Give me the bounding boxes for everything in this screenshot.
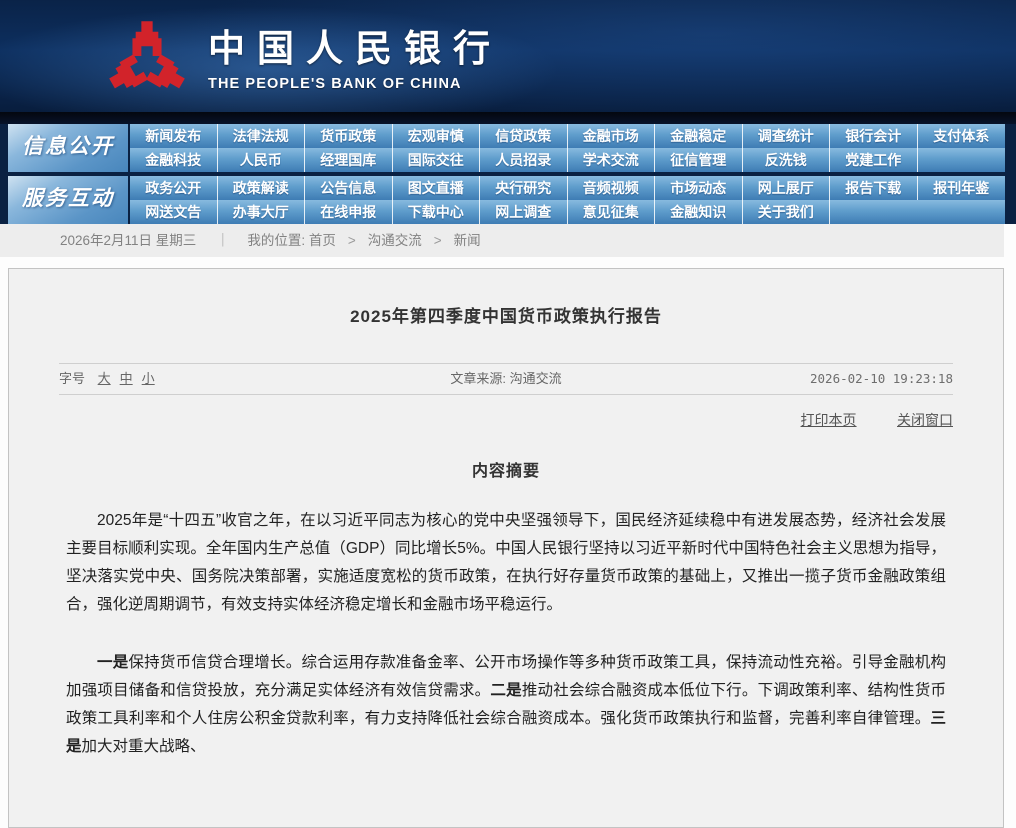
font-size-option[interactable]: 大: [98, 371, 111, 386]
nav-item[interactable]: 公告信息: [305, 176, 393, 200]
font-size-options: 大中小: [89, 371, 155, 386]
breadcrumb-item[interactable]: 首页: [309, 233, 336, 248]
nav-item[interactable]: 报告下载: [830, 176, 918, 200]
pboc-logo-icon: [106, 18, 188, 102]
nav-section-2: 服务互动政务公开政策解读公告信息图文直播央行研究音频视频市场动态网上展厅报告下载…: [8, 176, 1016, 224]
home-logo-link[interactable]: 中国人民银行 THE PEOPLE'S BANK OF CHINA: [106, 18, 502, 102]
nav-section-1: 信息公开新闻发布法律法规货币政策宏观审慎信贷政策金融市场金融稳定调查统计银行会计…: [8, 124, 1016, 172]
nav-item[interactable]: 银行会计: [830, 124, 918, 148]
nav-item[interactable]: 法律法规: [218, 124, 306, 148]
nav-item[interactable]: 金融知识: [655, 200, 743, 224]
bank-name-en: THE PEOPLE'S BANK OF CHINA: [208, 76, 502, 92]
article-actions: 打印本页 关闭窗口: [59, 410, 953, 430]
header-divider: [0, 112, 1016, 124]
nav-section-label[interactable]: 信息公开: [8, 124, 128, 172]
article-paragraph-2: 一是保持货币信贷合理增长。综合运用存款准备金率、公开市场操作等多种货币政策工具，…: [66, 649, 946, 761]
nav-item[interactable]: 意见征集: [568, 200, 656, 224]
nav-item[interactable]: 金融市场: [568, 124, 656, 148]
nav-item[interactable]: 在线申报: [305, 200, 393, 224]
nav-item[interactable]: 关于我们: [743, 200, 831, 224]
nav-item[interactable]: 政策解读: [218, 176, 306, 200]
article-source: 文章来源: 沟通交流: [450, 364, 561, 394]
nav-item[interactable]: 人员招录: [480, 148, 568, 172]
breadcrumb-pipe: ｜: [216, 233, 230, 248]
breadcrumb-separator: >: [348, 233, 356, 248]
article-container: 2025年第四季度中国货币政策执行报告 字号 大中小 文章来源: 沟通交流 20…: [8, 268, 1004, 828]
nav-cell-empty: [830, 200, 918, 224]
nav-item[interactable]: 党建工作: [830, 148, 918, 172]
font-size-option[interactable]: 中: [120, 371, 133, 386]
nav-item[interactable]: 人民币: [218, 148, 306, 172]
breadcrumb-separator: >: [434, 233, 442, 248]
nav-item[interactable]: 金融科技: [130, 148, 218, 172]
location-label: 我的位置:: [247, 233, 309, 248]
nav-item[interactable]: 反洗钱: [743, 148, 831, 172]
nav-cell-empty: [918, 200, 1006, 224]
nav-item[interactable]: 办事大厅: [218, 200, 306, 224]
nav-item[interactable]: 征信管理: [655, 148, 743, 172]
article-datetime: 2026-02-10 19:23:18: [810, 364, 953, 394]
nav-item[interactable]: 央行研究: [480, 176, 568, 200]
font-size-option[interactable]: 小: [142, 371, 155, 386]
nav-item[interactable]: 政务公开: [130, 176, 218, 200]
nav-item[interactable]: 调查统计: [743, 124, 831, 148]
nav-item[interactable]: 网送文告: [130, 200, 218, 224]
nav-item[interactable]: 国际交往: [393, 148, 481, 172]
bank-name-cn: 中国人民银行: [208, 28, 502, 72]
nav-item[interactable]: 学术交流: [568, 148, 656, 172]
nav-item[interactable]: 金融稳定: [655, 124, 743, 148]
nav-item[interactable]: 新闻发布: [130, 124, 218, 148]
nav-sections: 信息公开新闻发布法律法规货币政策宏观审慎信贷政策金融市场金融稳定调查统计银行会计…: [8, 124, 1016, 224]
summary-heading: 内容摘要: [9, 457, 1003, 481]
nav-item[interactable]: 网上展厅: [743, 176, 831, 200]
breadcrumb-item[interactable]: 新闻: [454, 233, 481, 248]
nav-item[interactable]: 音频视频: [568, 176, 656, 200]
nav-item[interactable]: 信贷政策: [480, 124, 568, 148]
breadcrumb-item[interactable]: 沟通交流: [368, 233, 422, 248]
nav-item[interactable]: 经理国库: [305, 148, 393, 172]
nav-item[interactable]: 宏观审慎: [393, 124, 481, 148]
nav-item[interactable]: 图文直播: [393, 176, 481, 200]
site-header: 中国人民银行 THE PEOPLE'S BANK OF CHINA: [0, 0, 1016, 112]
nav-item[interactable]: 网上调查: [480, 200, 568, 224]
font-size-label: 字号: [59, 371, 85, 386]
print-page-link[interactable]: 打印本页: [801, 412, 857, 428]
current-date: 2026年2月11日 星期三: [60, 233, 196, 248]
article-meta-row: 字号 大中小 文章来源: 沟通交流 2026-02-10 19:23:18: [59, 363, 953, 395]
nav-section-label[interactable]: 服务互动: [8, 176, 128, 224]
breadcrumb-trail: 首页 > 沟通交流 > 新闻: [309, 233, 481, 248]
nav-grid: 政务公开政策解读公告信息图文直播央行研究音频视频市场动态网上展厅报告下载报刊年鉴…: [130, 176, 1005, 224]
article-title: 2025年第四季度中国货币政策执行报告: [9, 269, 1003, 327]
bank-name-block: 中国人民银行 THE PEOPLE'S BANK OF CHINA: [208, 28, 502, 92]
nav-item[interactable]: 市场动态: [655, 176, 743, 200]
nav-grid: 新闻发布法律法规货币政策宏观审慎信贷政策金融市场金融稳定调查统计银行会计支付体系…: [130, 124, 1005, 172]
main-nav: 信息公开新闻发布法律法规货币政策宏观审慎信贷政策金融市场金融稳定调查统计银行会计…: [0, 124, 1016, 224]
nav-item[interactable]: 报刊年鉴: [918, 176, 1006, 200]
breadcrumb: 2026年2月11日 星期三 ｜ 我的位置: 首页 > 沟通交流 > 新闻: [0, 224, 1004, 257]
font-size-控件: 字号 大中小: [59, 364, 155, 394]
nav-item[interactable]: 货币政策: [305, 124, 393, 148]
article-paragraph-1: 2025年是“十四五”收官之年，在以习近平同志为核心的党中央坚强领导下，国民经济…: [66, 507, 946, 619]
nav-item[interactable]: 下载中心: [393, 200, 481, 224]
nav-item[interactable]: 支付体系: [918, 124, 1006, 148]
nav-cell-empty: [918, 148, 1006, 172]
close-window-link[interactable]: 关闭窗口: [897, 412, 953, 428]
